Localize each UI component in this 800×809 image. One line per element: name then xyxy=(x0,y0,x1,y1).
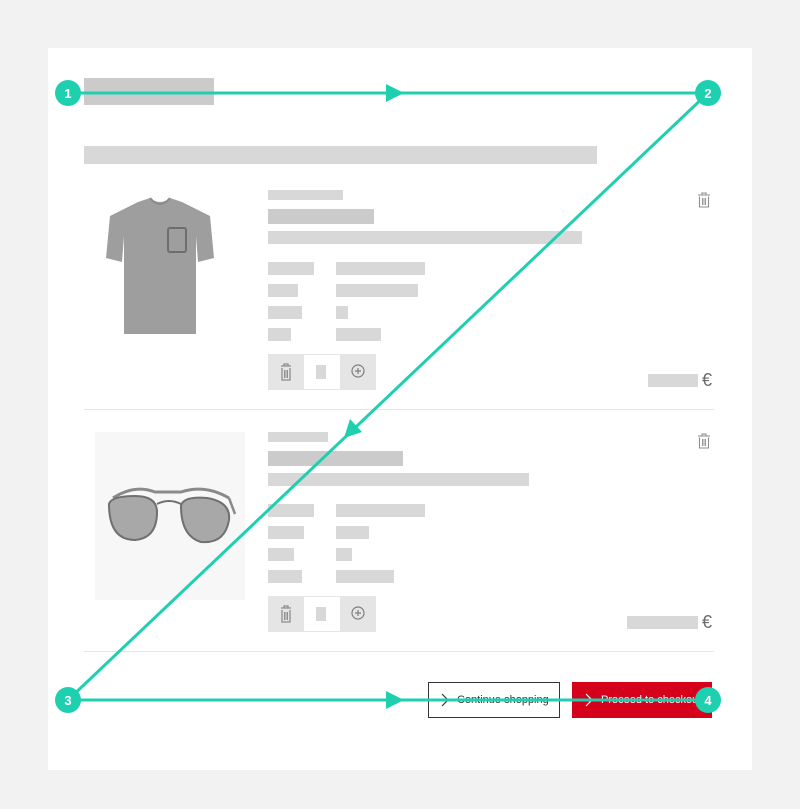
flow-arrows xyxy=(344,84,404,709)
flow-lines xyxy=(66,91,710,702)
flow-marker-number: 4 xyxy=(704,693,712,708)
arrow-right-icon xyxy=(386,84,404,102)
flow-marker: 1 xyxy=(55,80,81,106)
flow-marker: 4 xyxy=(695,687,721,713)
flow-marker: 3 xyxy=(55,687,81,713)
flow-marker-number: 3 xyxy=(64,693,71,708)
flow-marker: 2 xyxy=(695,80,721,106)
flow-marker-number: 1 xyxy=(64,86,71,101)
reading-flow-overlay: 1 2 3 4 xyxy=(55,80,721,713)
flow-marker-number: 2 xyxy=(704,86,711,101)
arrow-right-icon xyxy=(386,691,404,709)
